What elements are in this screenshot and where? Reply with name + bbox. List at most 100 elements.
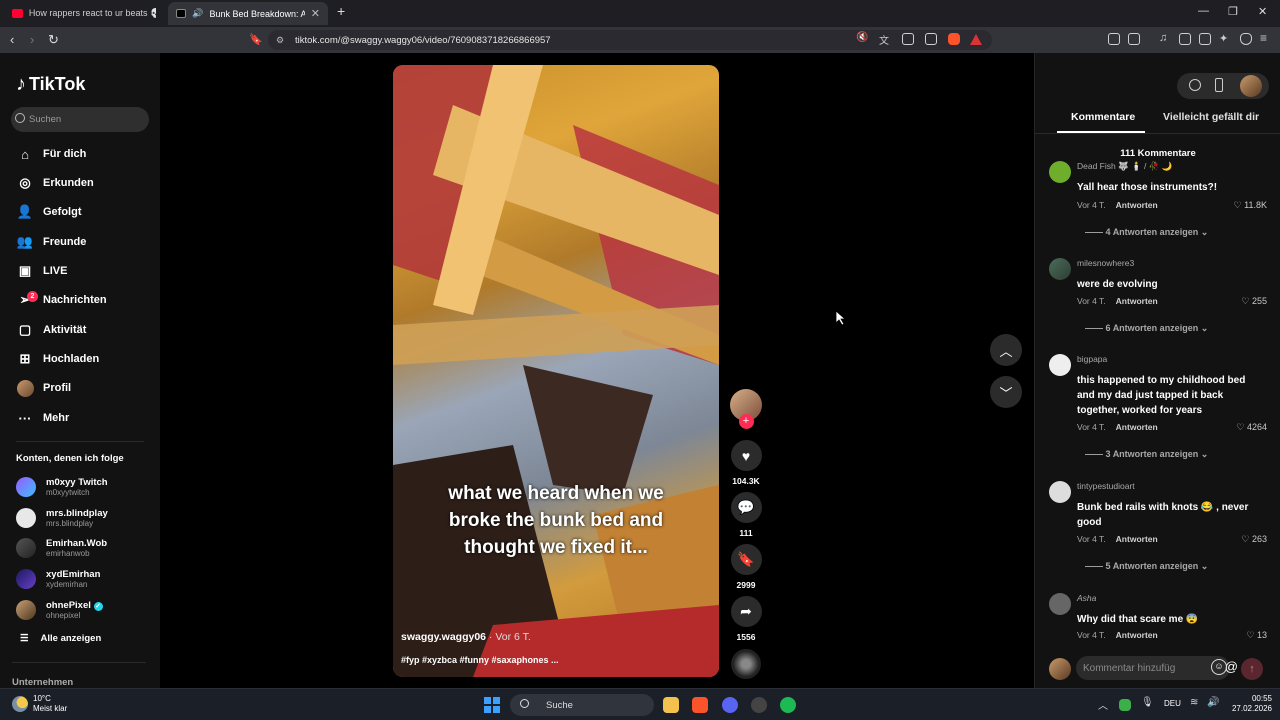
- reply-button[interactable]: Antworten: [1116, 422, 1158, 432]
- avatar[interactable]: [1049, 481, 1071, 503]
- wifi-icon[interactable]: ≋: [1190, 697, 1198, 708]
- comment-username[interactable]: Asha: [1077, 593, 1096, 603]
- screenshot-icon[interactable]: [1128, 33, 1140, 45]
- clock[interactable]: 00:55 27.02.2026: [1226, 694, 1272, 714]
- comment-like-button[interactable]: ♡ 263: [1241, 534, 1267, 545]
- sidebar-item-mehr[interactable]: ··· Mehr: [16, 406, 70, 430]
- microphone-icon[interactable]: 🎙: [1141, 697, 1154, 708]
- following-account[interactable]: m0xyy Twitch m0xyytwitch: [16, 475, 108, 499]
- close-window-icon[interactable]: ✕: [1258, 5, 1267, 18]
- translate-icon[interactable]: 文: [879, 32, 891, 47]
- creator-avatar-button[interactable]: +: [729, 389, 763, 429]
- view-replies-button[interactable]: —— 6 Antworten anzeigen ⌄: [1085, 323, 1208, 334]
- wallet-icon[interactable]: [1199, 33, 1211, 45]
- close-tab-icon[interactable]: ✕: [311, 7, 320, 20]
- show-all-link[interactable]: ☰ Alle anzeigen: [20, 633, 101, 644]
- video-hashtags[interactable]: #fyp #xyzbca #funny #saxaphones ...: [401, 655, 559, 665]
- following-account[interactable]: ohnePixel ✓ ohnepixel: [16, 598, 103, 622]
- brave-shields-icon[interactable]: [948, 33, 960, 45]
- browser-tab-1[interactable]: How rappers react to ur beats 💀 #fi: [4, 2, 164, 25]
- comment-like-button[interactable]: ♡ 4264: [1236, 422, 1267, 433]
- language-indicator[interactable]: DEU: [1164, 699, 1181, 708]
- save-button[interactable]: 🔖 2999: [729, 544, 763, 590]
- extensions-icon[interactable]: [1108, 33, 1120, 45]
- taskbar-search[interactable]: Suche: [510, 694, 654, 716]
- site-info-icon[interactable]: ⚙: [276, 35, 284, 46]
- mute-icon[interactable]: 🔇: [856, 32, 868, 44]
- steam-icon[interactable]: [751, 697, 767, 713]
- emoji-icon[interactable]: ☺: [1211, 659, 1227, 675]
- reply-button[interactable]: Antworten: [1116, 200, 1158, 210]
- share-icon[interactable]: [925, 33, 937, 45]
- brave-rewards-icon[interactable]: [970, 34, 982, 45]
- weather-widget[interactable]: 10°C Meist klar: [33, 694, 67, 714]
- cast-icon[interactable]: [902, 33, 914, 45]
- sidebar-item-gefolgt[interactable]: 👤 Gefolgt: [16, 200, 82, 224]
- volume-icon[interactable]: 🔊: [1207, 697, 1219, 708]
- new-tab-icon[interactable]: +: [337, 3, 345, 19]
- sidebar-item-hochladen[interactable]: ⊞ Hochladen: [16, 347, 100, 371]
- discord-icon[interactable]: [722, 697, 738, 713]
- sidebar-item-profil[interactable]: Profil: [16, 376, 71, 400]
- avatar[interactable]: [1049, 161, 1071, 183]
- follow-plus-icon[interactable]: +: [738, 414, 754, 429]
- sidebar-item-aktivitaet[interactable]: ▢ Aktivität: [16, 318, 87, 342]
- avatar[interactable]: [1049, 593, 1071, 615]
- view-replies-button[interactable]: —— 5 Antworten anzeigen ⌄: [1085, 561, 1208, 572]
- like-button[interactable]: ♥ 104.3K: [729, 440, 763, 486]
- tray-app-icon[interactable]: [1119, 699, 1131, 711]
- reply-button[interactable]: Antworten: [1116, 630, 1158, 640]
- reload-icon[interactable]: ↻: [48, 32, 59, 48]
- menu-icon[interactable]: ≡: [1260, 31, 1272, 45]
- sidebar-toggle-icon[interactable]: [1179, 33, 1191, 45]
- vpn-shield-icon[interactable]: [1240, 33, 1252, 45]
- sidebar-item-live[interactable]: ▣ LIVE: [16, 259, 68, 283]
- restore-icon[interactable]: ❐: [1228, 5, 1238, 18]
- share-button[interactable]: ➦ 1556: [729, 596, 763, 642]
- next-video-button[interactable]: ﹀: [990, 376, 1022, 408]
- comment-username[interactable]: milesnowhere3: [1077, 258, 1134, 268]
- back-icon[interactable]: ‹: [10, 32, 14, 47]
- following-account[interactable]: xydEmirhan xydemirhan: [16, 567, 100, 591]
- tray-chevron-icon[interactable]: ︿: [1098, 697, 1108, 712]
- search-input[interactable]: Suchen: [11, 107, 149, 132]
- file-explorer-icon[interactable]: [663, 697, 679, 713]
- windows-start-icon[interactable]: [484, 697, 500, 713]
- following-account[interactable]: mrs.blindplay mrs.blindplay: [16, 506, 108, 530]
- browser-tab-2[interactable]: 🔊 Bunk Bed Breakdown: A Hum ✕: [168, 2, 328, 25]
- sidebar-item-nachrichten[interactable]: ➢ 2 Nachrichten: [16, 288, 107, 312]
- reply-button[interactable]: Antworten: [1116, 296, 1158, 306]
- view-replies-button[interactable]: —— 3 Antworten anzeigen ⌄: [1085, 449, 1208, 460]
- brave-browser-icon[interactable]: [692, 697, 708, 713]
- bookmark-icon[interactable]: 🔖: [249, 33, 263, 46]
- tiktok-logo[interactable]: ♪ TikTok: [16, 73, 85, 96]
- view-replies-button[interactable]: —— 4 Antworten anzeigen ⌄: [1085, 227, 1208, 238]
- avatar[interactable]: [1049, 354, 1071, 376]
- comment-like-button[interactable]: ♡ 13: [1246, 630, 1267, 641]
- following-account[interactable]: Emirhan.Wob emirhanwob: [16, 536, 107, 560]
- music-icon[interactable]: ♫: [1159, 32, 1171, 44]
- leo-ai-icon[interactable]: ✦: [1219, 32, 1231, 45]
- profile-avatar[interactable]: [1240, 75, 1262, 97]
- reply-button[interactable]: Antworten: [1116, 534, 1158, 544]
- sidebar-item-erkunden[interactable]: ◎ Erkunden: [16, 171, 93, 195]
- sidebar-item-freunde[interactable]: 👥 Freunde: [16, 230, 87, 254]
- device-icon[interactable]: [1215, 78, 1223, 92]
- forward-icon[interactable]: ›: [30, 32, 34, 47]
- minimize-icon[interactable]: —: [1198, 5, 1209, 17]
- comment-button[interactable]: 💬 111: [729, 492, 763, 538]
- comment-input[interactable]: Kommentar hinzufüg @: [1076, 656, 1238, 680]
- video-player[interactable]: what we heard when we broke the bunk bed…: [393, 65, 719, 677]
- video-author[interactable]: swaggy.waggy06 · Vor 6 T.: [401, 631, 531, 643]
- comment-username[interactable]: tintypestudioart: [1077, 481, 1135, 491]
- tab-vielleicht-gefaellt-dir[interactable]: Vielleicht gefällt dir: [1163, 111, 1259, 123]
- avatar[interactable]: [1049, 258, 1071, 280]
- compass-icon[interactable]: [1189, 79, 1201, 91]
- tab-comments[interactable]: Kommentare: [1071, 111, 1135, 123]
- comment-username[interactable]: Dead Fish 🐺 🕯️ / 🥀 🌙: [1077, 161, 1172, 172]
- comment-like-button[interactable]: ♡ 11.8K: [1234, 200, 1267, 211]
- previous-video-button[interactable]: ︿: [990, 334, 1022, 366]
- sidebar-item-fuer-dich[interactable]: ⌂ Für dich: [16, 142, 86, 166]
- sound-disc-button[interactable]: [729, 649, 763, 679]
- spotify-icon[interactable]: [780, 697, 796, 713]
